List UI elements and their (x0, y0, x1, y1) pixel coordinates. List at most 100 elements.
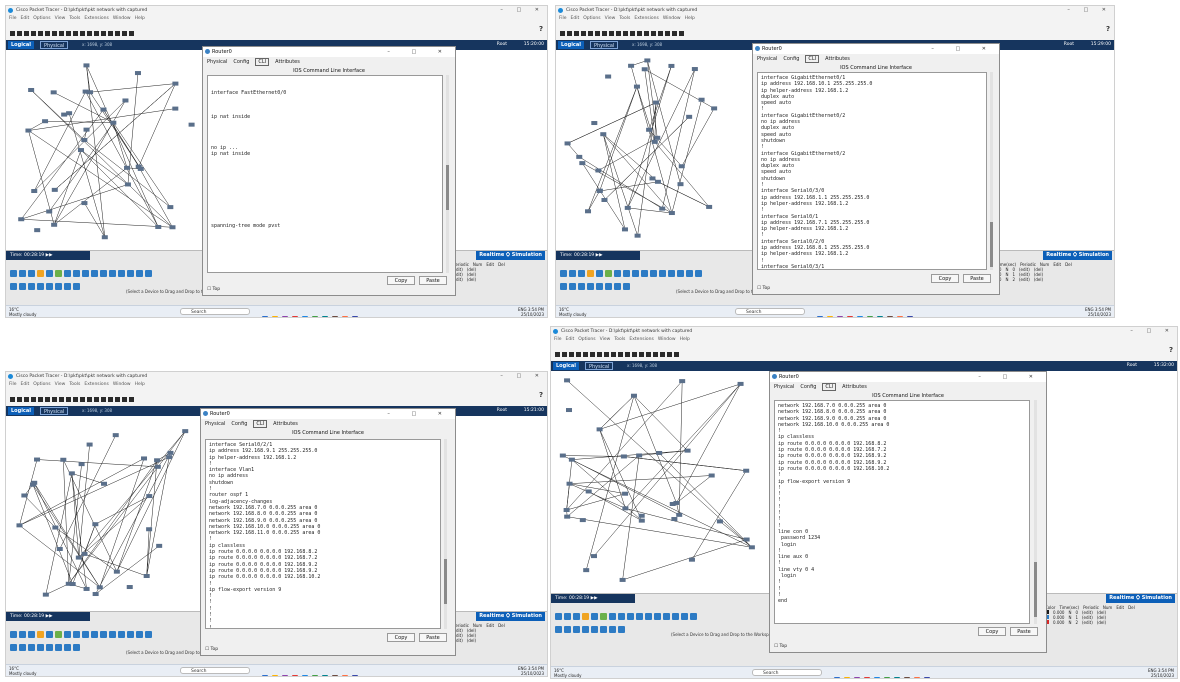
tab-attributes[interactable]: Attributes (275, 59, 300, 65)
taskbar-app-icon[interactable] (332, 316, 338, 317)
network-device-icon[interactable] (18, 217, 25, 222)
cli-console[interactable]: network 192.168.7.0 0.0.0.255 area 0 netw… (774, 400, 1030, 624)
pdu-edit[interactable]: (edit) (1082, 620, 1093, 625)
network-device-icon[interactable] (630, 393, 637, 398)
taskbar-app-icon[interactable] (272, 675, 278, 676)
network-device-icon[interactable] (686, 114, 693, 119)
network-device-icon[interactable] (651, 139, 658, 144)
network-link[interactable] (99, 458, 145, 588)
network-device-icon[interactable] (86, 442, 93, 447)
device-palette-icon[interactable] (55, 644, 62, 651)
window-controls[interactable]: – □ ✕ (1067, 6, 1112, 15)
window-controls[interactable]: – □ ✕ (1130, 327, 1175, 336)
menu-item[interactable]: Options (583, 16, 600, 21)
network-device-icon[interactable] (698, 97, 705, 102)
help-icon[interactable]: ? (539, 391, 543, 399)
taskbar-app-icon[interactable] (322, 675, 328, 676)
device-palette-icon[interactable] (560, 283, 567, 290)
network-link[interactable] (55, 527, 118, 572)
paste-button[interactable]: Paste (1010, 627, 1038, 636)
taskbar-apps[interactable] (260, 667, 360, 676)
taskbar-app-icon[interactable] (827, 316, 833, 317)
menu-item[interactable]: Options (33, 16, 50, 21)
window-controls[interactable]: – □ ✕ (500, 6, 545, 15)
network-link[interactable] (53, 92, 114, 123)
network-link[interactable] (567, 102, 657, 144)
menu-item[interactable]: View (55, 382, 66, 387)
device-subtype-palette[interactable] (9, 637, 81, 656)
network-link[interactable] (648, 65, 672, 130)
device-palette-icon[interactable] (118, 270, 125, 277)
taskbar-app-icon[interactable] (312, 316, 318, 317)
device-palette-icon[interactable] (569, 283, 576, 290)
network-device-icon[interactable] (75, 555, 82, 560)
tab-logical[interactable]: Logical (553, 362, 579, 370)
realtime-mode-button[interactable]: Realtime ⛭ Simulation (476, 251, 545, 260)
pdu-del[interactable]: (del) (1034, 277, 1043, 282)
network-device-icon[interactable] (34, 228, 41, 233)
network-link[interactable] (569, 483, 626, 494)
network-device-icon[interactable] (659, 206, 666, 211)
network-device-icon[interactable] (566, 481, 573, 486)
network-device-icon[interactable] (737, 381, 744, 386)
paste-button[interactable]: Paste (419, 633, 447, 642)
weather-widget[interactable]: 16°C Mostly cloudy (9, 307, 37, 317)
cli-console[interactable]: interface GigabitEthernet0/1 ip address 1… (757, 72, 987, 270)
network-link[interactable] (636, 86, 656, 142)
device-palette-icon[interactable] (609, 626, 616, 633)
network-device-icon[interactable] (42, 592, 49, 597)
network-link[interactable] (633, 395, 677, 504)
play-icon[interactable]: ▶▶ (46, 614, 53, 619)
network-device-icon[interactable] (638, 513, 645, 518)
menu-item[interactable]: Window (658, 337, 676, 342)
network-link[interactable] (34, 100, 126, 192)
network-link[interactable] (571, 450, 688, 460)
network-device-icon[interactable] (81, 138, 88, 143)
network-device-icon[interactable] (748, 545, 755, 550)
taskbar-app-icon[interactable] (894, 677, 900, 678)
network-link[interactable] (90, 83, 176, 93)
tab-config[interactable]: Config (800, 384, 816, 390)
taskbar-app-icon[interactable] (904, 677, 910, 678)
network-link[interactable] (95, 452, 171, 595)
network-device-icon[interactable] (135, 164, 142, 169)
dialog-window-controls[interactable]: – □ ✕ (387, 47, 452, 57)
paste-button[interactable]: Paste (963, 274, 991, 283)
device-palette-icon[interactable] (109, 631, 116, 638)
network-device-icon[interactable] (167, 450, 174, 455)
device-palette-icon[interactable] (37, 644, 44, 651)
menu-item[interactable]: Extensions (629, 337, 653, 342)
tab-physical[interactable]: Physical (40, 407, 69, 415)
network-device-icon[interactable] (83, 127, 90, 132)
network-device-icon[interactable] (92, 522, 99, 527)
tab-physical[interactable]: Physical (207, 59, 227, 65)
tab-physical[interactable]: Physical (757, 56, 777, 62)
tab-config[interactable]: Config (233, 59, 249, 65)
taskbar-app-icon[interactable] (854, 677, 860, 678)
network-device-icon[interactable] (141, 456, 148, 461)
network-link[interactable] (676, 475, 712, 504)
network-device-icon[interactable] (620, 454, 627, 459)
paste-button[interactable]: Paste (419, 276, 447, 285)
network-device-icon[interactable] (110, 120, 117, 125)
weather-widget[interactable]: 16°C Mostly cloudy (554, 668, 582, 678)
network-link[interactable] (63, 459, 118, 572)
network-device-icon[interactable] (678, 164, 685, 169)
network-link[interactable] (53, 149, 82, 225)
network-topology[interactable] (556, 50, 752, 250)
network-topology[interactable] (6, 416, 200, 611)
network-device-icon[interactable] (743, 468, 750, 473)
network-link[interactable] (585, 395, 635, 571)
network-link[interactable] (654, 141, 710, 208)
network-link[interactable] (113, 122, 171, 208)
network-device-icon[interactable] (624, 205, 631, 210)
device-palette-icon[interactable] (82, 631, 89, 638)
network-link[interactable] (587, 86, 638, 212)
play-icon[interactable]: ▶▶ (596, 253, 603, 258)
device-palette-icon[interactable] (659, 270, 666, 277)
menu-item[interactable]: Edit (21, 16, 30, 21)
pdu-del[interactable]: (del) (467, 277, 476, 282)
device-subtype-palette[interactable] (559, 276, 631, 295)
cli-scrollbar[interactable] (990, 72, 993, 270)
taskbar-app-icon[interactable] (352, 675, 358, 676)
